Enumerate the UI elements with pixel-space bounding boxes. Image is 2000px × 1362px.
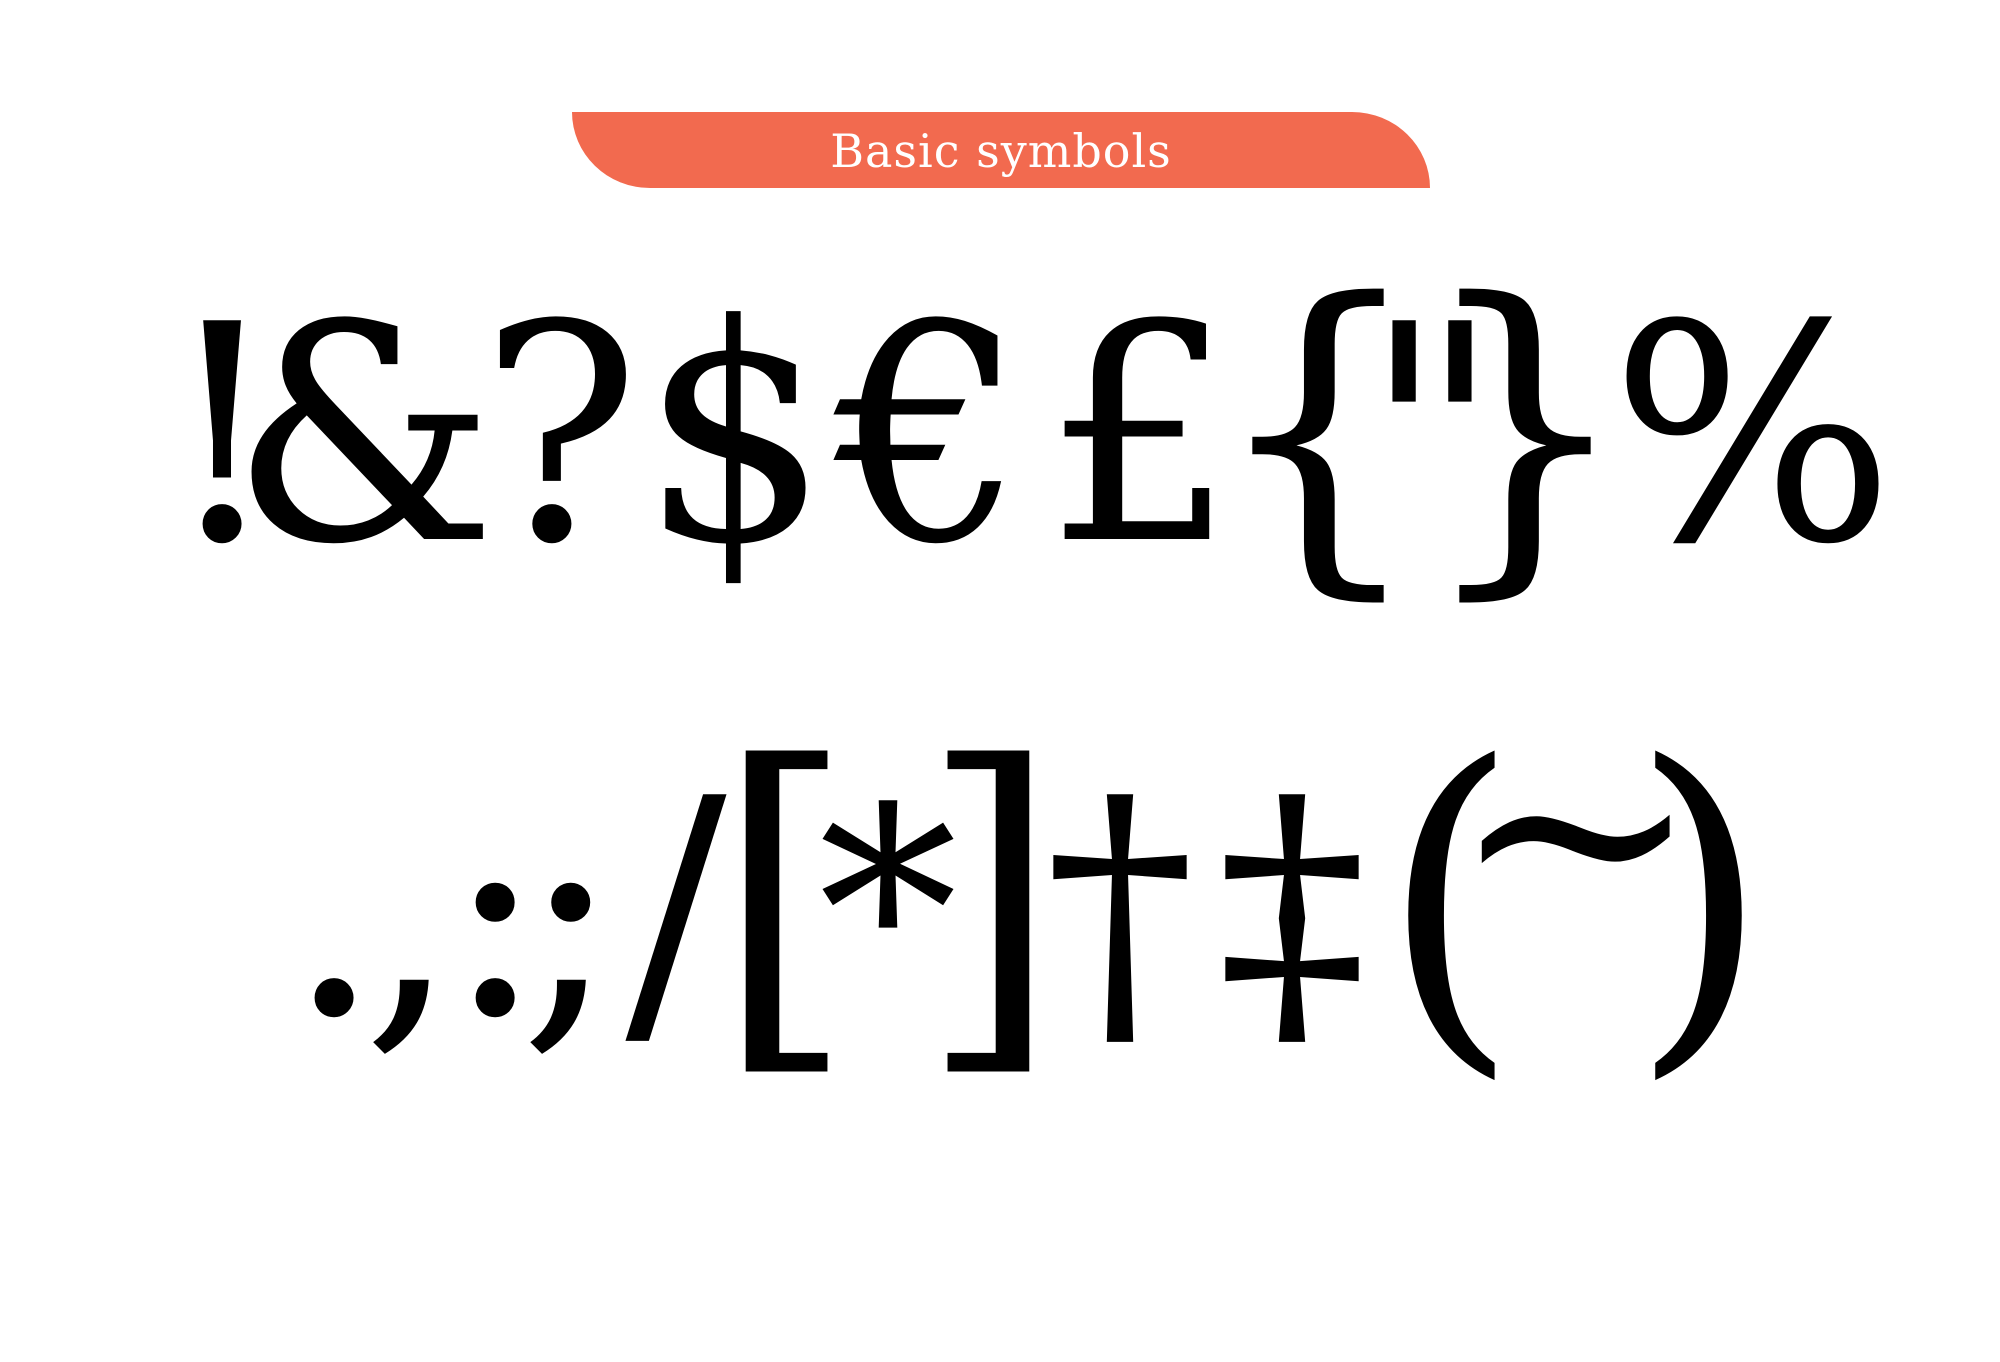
glyph-right-parenthesis: ) (1629, 690, 1771, 1109)
glyph-row-2: .,:; /[*] † ‡(~) (0, 680, 2000, 1180)
glyph-euro-sign: € (834, 261, 1026, 610)
glyph-right-brace: } (1416, 232, 1634, 628)
glyph-row-1: ! &? $ € £{"}% (0, 260, 2000, 700)
glyph-ampersand: & (230, 261, 498, 610)
title-text: Basic symbols (830, 124, 1172, 178)
glyph-percent-sign: % (1610, 261, 1896, 610)
title-banner: Basic symbols (572, 112, 1430, 188)
